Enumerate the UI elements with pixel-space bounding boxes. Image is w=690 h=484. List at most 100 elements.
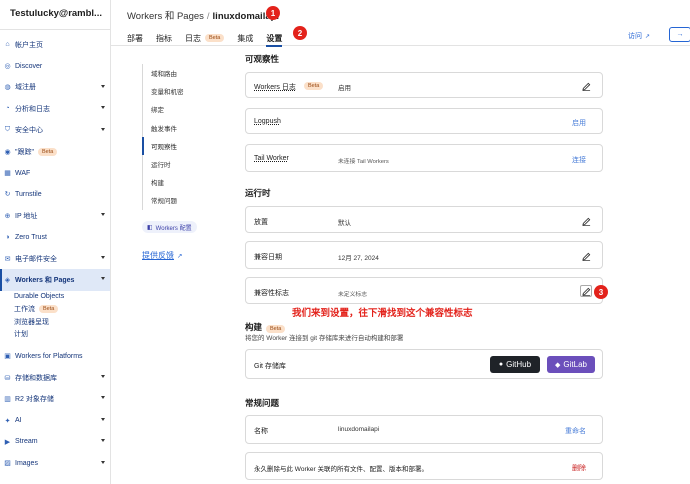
tab[interactable]: 日志 Beta [185,31,225,45]
sidebar-item-label: 帐户主页 [15,41,43,49]
logpush-enable-button[interactable]: 启用 [572,118,586,128]
annotation-note: 我们来到设置，往下滑找到这个兼容性标志 [292,308,473,319]
chevron-down-icon [101,277,105,281]
workers-logs-card: Workers 日志 Beta 启用 [245,72,603,98]
sidebar-item[interactable]: ✦ AI [0,410,110,431]
sidebar-item-label: 分析和日志 [15,105,50,113]
chevron-down-icon [101,255,105,259]
sidebar-item[interactable]: ↻ Turnstile [0,184,110,205]
radar-icon: ◉ [4,148,11,156]
tab[interactable]: 设置 [266,31,283,47]
sidebar-item-label: WAF [15,169,31,177]
sidebar-item[interactable]: ◈ Workers 和 Pages [0,269,110,292]
header-action-button[interactable]: → [669,27,690,42]
sidebar-nav: ⌂ 帐户主页 ◎ Discover ◍ 域注册 ◔ 分析和日志 ⛉ 安全中心 ◉ "跟踪" Beta ▦ W… [0,34,110,474]
tab[interactable]: 部署 [127,31,143,45]
chevron-down-icon [101,439,105,443]
sidebar-item-label: Zero Trust [15,233,47,241]
settings-subnav-item[interactable]: 常规问题 [142,191,238,210]
sidebar-subitem[interactable]: 工作流 Beta [0,303,110,316]
sidebar-item-label: "跟踪" [15,148,34,156]
sidebar-item[interactable]: ▦ WAF [0,162,110,183]
delete-button[interactable]: 删除 [572,463,586,473]
chevron-down-icon [101,213,105,217]
tab[interactable]: 集成 [237,31,253,45]
edit-icon[interactable] [580,285,592,297]
settings-subnav-item[interactable]: 构建 [142,173,238,192]
edit-icon[interactable] [580,215,592,227]
settings-subnav-item[interactable]: 可观察性 [142,136,238,155]
edit-icon[interactable] [580,250,592,262]
settings-subnav-item[interactable]: 域和路由 [142,64,238,83]
sidebar-item[interactable]: ◎ Discover [0,55,110,76]
sidebar-item[interactable]: ◉ "跟踪" Beta [0,141,110,162]
gitlab-connect-button[interactable]: ◆ GitLab [547,356,595,373]
settings-subnav-item[interactable]: 触发事件 [142,118,238,137]
tail-worker-value: 未连接 Tail Workers [338,159,389,165]
workers-logs-label: Workers 日志 [254,84,296,91]
observability-title: 可观察性 [245,54,280,64]
sidebar-subitem[interactable]: 计划 [0,328,110,341]
sidebar-item[interactable]: ▨ Images [0,453,110,474]
name-card: 名称 linuxdomailapi 重命名 [245,415,603,444]
tab[interactable]: 指标 [156,31,172,45]
workers-icon: ◈ [4,276,11,284]
sidebar-item[interactable]: ⌂ 帐户主页 [0,34,110,55]
compatibility-date-value: 12月 27, 2024 [338,255,379,262]
edit-icon[interactable] [580,80,592,92]
sidebar-item-label: Stream [15,438,38,446]
annotation-marker-1: 1 [266,6,280,20]
breadcrumb: Workers 和 Pages / linuxdomailapi [127,8,279,22]
sidebar-subitem-label: 工作流 [14,306,35,314]
workers-config-chip[interactable]: ◧ Workers 配置 [142,221,197,233]
home-icon: ⌂ [5,41,10,49]
tab-label: 指标 [156,33,172,43]
sidebar-item[interactable]: ⛉ 安全中心 [0,120,110,141]
feedback-link[interactable]: 提供反馈 ↗ [142,250,182,261]
sidebar-subitem[interactable]: 浏览器呈现 [0,316,110,329]
stream-icon: ▶ [4,438,11,446]
sidebar-item[interactable]: ✉ 电子邮件安全 [0,248,110,269]
sidebar-item[interactable]: ◑ Zero Trust [0,227,110,248]
sidebar-item[interactable]: ▶ Stream [0,431,110,452]
sidebar-item[interactable]: ◔ 分析和日志 [0,98,110,119]
placement-value: 默认 [338,220,351,227]
chart-icon: ◔ [5,105,10,113]
sidebar-item-label: Discover [15,62,43,70]
sidebar-item[interactable]: ▣ Workers for Platforms [0,346,110,367]
tab-label: 集成 [237,33,254,43]
sidebar-item[interactable]: ▥ R2 对象存储 [0,388,110,409]
build-subtitle: 将您的 Worker 连接到 git 存储库来进行自动构建和部署 [245,335,404,342]
github-icon: ● [498,361,504,368]
sidebar-item-label: Workers 和 Pages [15,276,75,284]
feedback-label: 提供反馈 [142,251,174,260]
sidebar-item[interactable]: ⊕ IP 地址 [0,205,110,226]
tail-worker-connect-button[interactable]: 连接 [572,155,586,165]
github-connect-button[interactable]: ● GitHub [490,356,540,373]
git-repo-card: Git 存储库 ● GitHub ◆ GitLab [245,349,603,379]
settings-subnav-item[interactable]: 绑定 [142,100,238,119]
sidebar-item-label: R2 对象存储 [15,396,54,404]
rename-button[interactable]: 重命名 [565,426,586,436]
tab-label: 日志 [185,33,201,43]
sidebar-item-label: Workers for Platforms [15,352,83,360]
sidebar-subitem-label: 计划 [14,331,28,339]
account-switcher[interactable]: Testulucky@rambl... [10,8,102,19]
logpush-card: Logpush 启用 [245,108,603,134]
workers-logs-value: 启用 [338,85,351,92]
workers-icon: ◧ [147,224,153,231]
platforms-icon: ▣ [4,353,11,361]
sidebar-item[interactable]: ◍ 域注册 [0,77,110,98]
settings-subnav-item[interactable]: 变量和机密 [142,82,238,101]
compatibility-flags-value: 未定义标志 [338,292,367,298]
settings-subnav-item[interactable]: 运行时 [142,154,238,174]
external-link-icon: ↗ [645,34,651,40]
annotation-marker-3: 3 [594,285,608,299]
sidebar-subitem[interactable]: Durable Objects [0,291,110,304]
sidebar-item[interactable]: ⛁ 存储和数据库 [0,367,110,388]
sidebar-item-label: 电子邮件安全 [15,255,57,263]
visit-link[interactable]: 访问 ↗ [628,31,650,41]
breadcrumb-parent[interactable]: Workers 和 Pages [127,11,204,22]
beta-badge: Beta [37,147,58,156]
beta-badge: Beta [39,305,59,314]
